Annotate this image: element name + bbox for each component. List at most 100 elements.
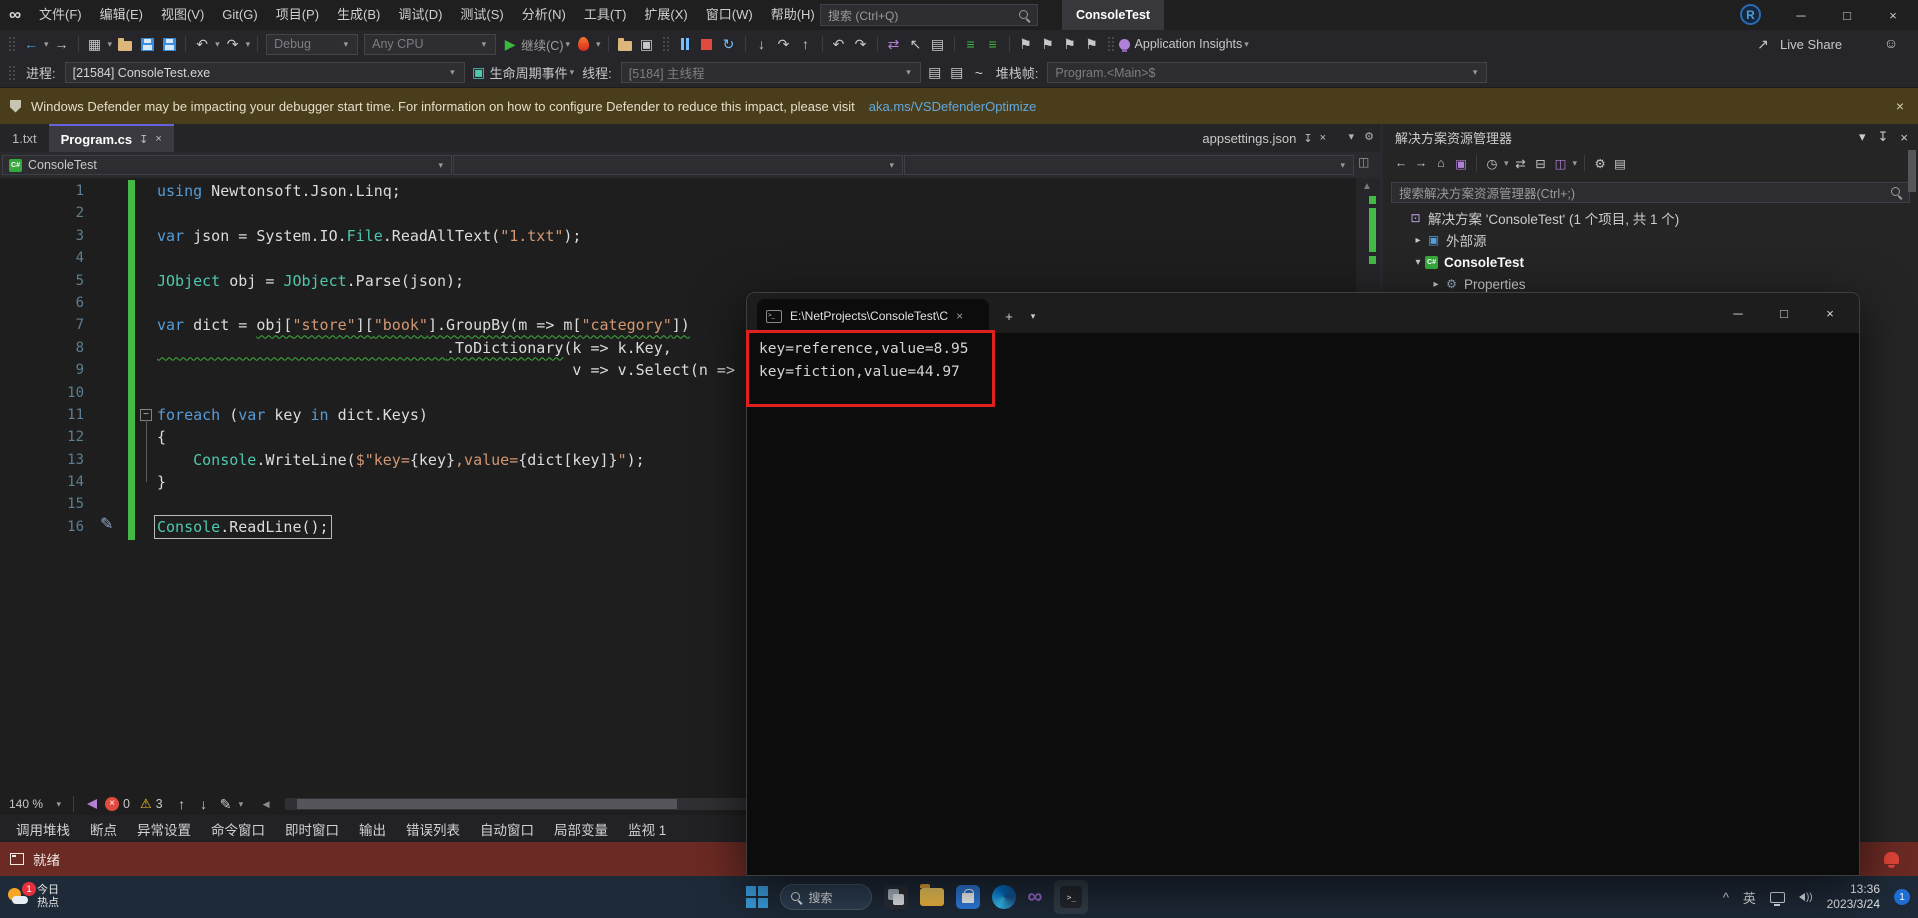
- microsoft-store-button[interactable]: [955, 885, 980, 909]
- next-issue-button[interactable]: ↓: [193, 793, 215, 815]
- step-out-button[interactable]: ↑: [795, 33, 817, 55]
- explorer-back-icon[interactable]: ←: [1391, 153, 1411, 173]
- redo-nav-button[interactable]: ↷: [850, 33, 872, 55]
- show-output-window-button[interactable]: ▣: [636, 33, 658, 55]
- tab-list-dropdown-icon[interactable]: ▾: [1348, 130, 1354, 143]
- panel-close-icon[interactable]: ×: [1900, 130, 1908, 145]
- panel-tab-调用堆栈[interactable]: 调用堆栈: [6, 819, 80, 839]
- lifecycle-events-button[interactable]: 生命周期事件: [490, 63, 568, 82]
- tree-item-solution[interactable]: ⊡ 解决方案 'ConsoleTest' (1 个项目, 共 1 个): [1383, 207, 1918, 229]
- tab-dropdown-icon[interactable]: ▾: [1021, 299, 1045, 333]
- show-all-files-icon[interactable]: ◫: [1551, 153, 1571, 173]
- home-icon[interactable]: ⌂: [1431, 153, 1451, 173]
- sync-with-active-document-icon[interactable]: ⇄: [1511, 153, 1531, 173]
- document-well-options-icon[interactable]: ⚙: [1364, 130, 1374, 143]
- properties-tool-icon[interactable]: ⚙: [1590, 153, 1610, 173]
- close-tab-icon[interactable]: ×: [155, 133, 161, 145]
- expander-icon[interactable]: ▾: [1411, 257, 1425, 268]
- pending-changes-filter-icon[interactable]: ◷: [1482, 153, 1502, 173]
- menu-item-编辑(E)[interactable]: 编辑(E): [91, 0, 152, 30]
- menu-item-测试(S)[interactable]: 测试(S): [451, 0, 512, 30]
- undo-nav-button[interactable]: ↶: [828, 33, 850, 55]
- task-view-button[interactable]: [883, 885, 908, 909]
- file-explorer-button[interactable]: [919, 884, 944, 906]
- terminal-taskbar-button-active[interactable]: >_: [1054, 880, 1089, 914]
- code-line[interactable]: 1 using Newtonsoft.Json.Linq;: [0, 180, 1380, 202]
- terminal-minimize-icon[interactable]: ─: [1715, 293, 1761, 333]
- panel-tab-异常设置[interactable]: 异常设置: [127, 819, 201, 839]
- redo-dropdown-icon[interactable]: ▾: [244, 39, 253, 50]
- stop-debugging-button[interactable]: [696, 33, 718, 55]
- app-insights-label[interactable]: Application Insights: [1135, 37, 1243, 51]
- volume-icon[interactable]: )): [1798, 892, 1813, 903]
- step-into-button[interactable]: ↓: [751, 33, 773, 55]
- menu-item-文件(F)[interactable]: 文件(F): [30, 0, 91, 30]
- error-count[interactable]: 0: [123, 797, 130, 811]
- panel-tab-即时窗口[interactable]: 即时窗口: [275, 819, 349, 839]
- clipboard-button[interactable]: ▤: [927, 33, 949, 55]
- account-avatar[interactable]: R: [1740, 4, 1761, 25]
- breadcrumb-type-dropdown[interactable]: ▾: [453, 155, 903, 175]
- collapse-all-icon[interactable]: ⊟: [1531, 153, 1551, 173]
- terminal-title-bar[interactable]: >_ E:\NetProjects\ConsoleTest\C × + ▾ ─ …: [747, 293, 1859, 333]
- panel-tab-输出[interactable]: 输出: [349, 819, 396, 839]
- hot-reload-dropdown-icon[interactable]: ▾: [594, 39, 603, 50]
- tree-item-csproj[interactable]: ▾ C# ConsoleTest: [1383, 251, 1918, 273]
- panel-pin-icon[interactable]: ↧: [1878, 129, 1889, 145]
- scroll-left-icon[interactable]: ◀: [255, 793, 277, 815]
- navigate-forward-button[interactable]: →: [51, 33, 73, 55]
- background-tasks-icon[interactable]: [10, 853, 24, 865]
- toggle-bookmark-button[interactable]: ⚑: [1015, 33, 1037, 55]
- close-tab-icon[interactable]: ×: [1320, 132, 1326, 144]
- menu-item-视图(V)[interactable]: 视图(V): [152, 0, 213, 30]
- menu-item-项目(P)[interactable]: 项目(P): [267, 0, 328, 30]
- live-share-button[interactable]: ↗ Live Share: [1752, 30, 1842, 58]
- continue-dropdown-icon[interactable]: ▾: [563, 39, 572, 50]
- widgets-button[interactable]: 1 今日 热点: [8, 876, 59, 918]
- new-tab-icon[interactable]: +: [997, 299, 1021, 333]
- terminal-close-icon[interactable]: ×: [1807, 293, 1853, 333]
- defender-optimize-link[interactable]: aka.ms/VSDefenderOptimize: [869, 99, 1037, 114]
- menu-item-窗口(W)[interactable]: 窗口(W): [697, 0, 762, 30]
- panel-tab-命令窗口[interactable]: 命令窗口: [201, 819, 275, 839]
- restore-button[interactable]: □: [1824, 0, 1870, 30]
- clear-bookmarks-button[interactable]: ⚑: [1081, 33, 1103, 55]
- code-map-button[interactable]: ⇄: [883, 33, 905, 55]
- format-outdent-button[interactable]: ≡: [982, 33, 1004, 55]
- clock[interactable]: 13:36 2023/3/24: [1827, 882, 1880, 912]
- feedback-icon[interactable]: ☺: [1880, 32, 1902, 54]
- panel-tab-错误列表[interactable]: 错误列表: [396, 819, 470, 839]
- toolbar-grip[interactable]: [1106, 36, 1115, 52]
- terminal-maximize-icon[interactable]: □: [1761, 293, 1807, 333]
- undo-dropdown-icon[interactable]: ▾: [213, 39, 222, 50]
- quick-search-box[interactable]: 搜索 (Ctrl+Q): [820, 4, 1038, 26]
- announcements-icon[interactable]: [87, 799, 97, 809]
- navigate-back-dropdown-icon[interactable]: ▾: [42, 39, 51, 50]
- zoom-level-dropdown[interactable]: 140 % ▾: [4, 795, 68, 813]
- warning-count[interactable]: 3: [156, 797, 163, 811]
- menu-item-Git(G)[interactable]: Git(G): [213, 0, 266, 30]
- scrollbar-thumb[interactable]: [297, 799, 678, 809]
- suppress-icon[interactable]: ~: [968, 62, 990, 84]
- solution-search-box[interactable]: 搜索解决方案资源管理器(Ctrl+;): [1391, 182, 1910, 203]
- app-insights-dropdown-icon[interactable]: ▾: [1242, 39, 1251, 50]
- menu-item-生成(B)[interactable]: 生成(B): [328, 0, 389, 30]
- code-line[interactable]: 2: [0, 202, 1380, 224]
- keep-open-icon[interactable]: ↧: [1303, 132, 1312, 145]
- edge-browser-button[interactable]: [991, 885, 1016, 909]
- solution-explorer-scrollbar[interactable]: [1908, 150, 1916, 192]
- break-all-button[interactable]: [674, 33, 696, 55]
- show-threads-icon[interactable]: ▤: [924, 62, 946, 84]
- filter-dropdown-icon[interactable]: ▾: [1502, 158, 1511, 169]
- navigate-cursor-button[interactable]: ↖: [905, 33, 927, 55]
- scrollbar-up-icon[interactable]: ▲: [1362, 181, 1372, 192]
- new-project-button[interactable]: ▦: [84, 33, 106, 55]
- process-dropdown[interactable]: [21584] ConsoleTest.exe ▾: [64, 62, 465, 83]
- panel-tab-局部变量[interactable]: 局部变量: [544, 819, 618, 839]
- stack-frame-dropdown[interactable]: Program.<Main>$ ▾: [1047, 62, 1488, 83]
- notification-bell-icon[interactable]: [1884, 852, 1899, 868]
- tree-item-external[interactable]: ▸ ▣ 外部源: [1383, 229, 1918, 251]
- thread-dropdown[interactable]: [5184] 主线程 ▾: [620, 62, 921, 83]
- menu-item-分析(N)[interactable]: 分析(N): [513, 0, 575, 30]
- close-button[interactable]: ×: [1870, 0, 1916, 30]
